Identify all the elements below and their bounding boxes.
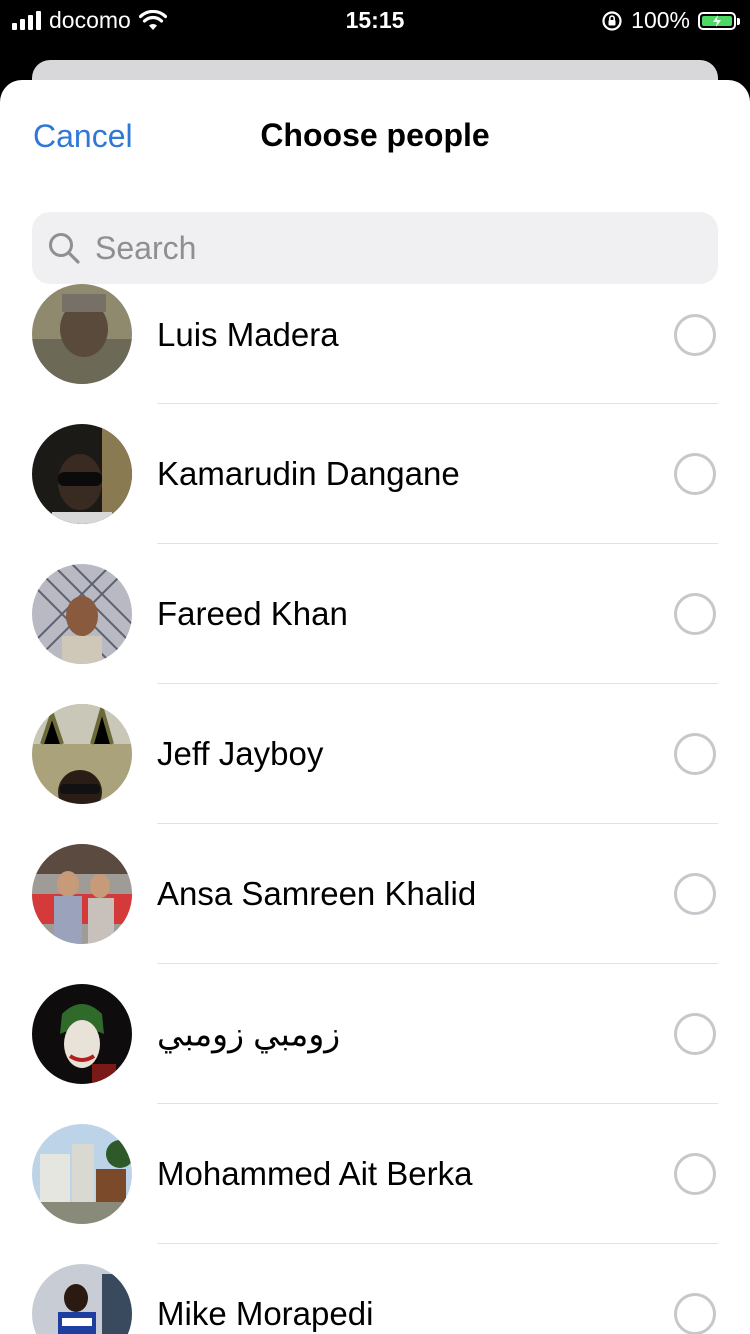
contact-row[interactable]: Ansa Samreen Khalid xyxy=(0,824,750,964)
search-bar[interactable] xyxy=(32,212,718,284)
select-radio[interactable] xyxy=(674,593,716,635)
select-radio[interactable] xyxy=(674,314,716,356)
contact-name: Kamarudin Dangane xyxy=(157,455,460,492)
avatar xyxy=(32,284,132,384)
avatar xyxy=(32,984,132,1084)
avatar xyxy=(32,1124,132,1224)
select-radio[interactable] xyxy=(674,1013,716,1055)
contact-row[interactable]: Fareed Khan xyxy=(0,544,750,684)
contact-row[interactable]: Jeff Jayboy xyxy=(0,684,750,824)
avatar xyxy=(32,564,132,664)
select-radio[interactable] xyxy=(674,1293,716,1334)
contact-name: Mohammed Ait Berka xyxy=(157,1155,473,1192)
search-icon xyxy=(49,233,80,264)
select-radio[interactable] xyxy=(674,873,716,915)
contact-name: Ansa Samreen Khalid xyxy=(157,875,477,912)
avatar xyxy=(32,424,132,524)
battery-percent: 100% xyxy=(631,7,690,33)
contact-row[interactable]: Kamarudin Dangane xyxy=(0,404,750,544)
select-radio[interactable] xyxy=(674,453,716,495)
contact-row[interactable]: Mike Morapedi xyxy=(0,1244,750,1334)
orientation-lock-icon xyxy=(602,10,622,31)
status-bar-right: 100% xyxy=(601,7,740,34)
contact-name: Luis Madera xyxy=(157,316,339,353)
contact-name: زومبي زومبي xyxy=(157,1015,341,1053)
select-radio[interactable] xyxy=(674,1153,716,1195)
sheet-header: Cancel Choose people xyxy=(0,80,750,190)
contact-list: Luis Madera Kamarudin Dangane Fareed Kha… xyxy=(0,284,750,1334)
contact-row[interactable]: Mohammed Ait Berka xyxy=(0,1104,750,1244)
select-radio[interactable] xyxy=(674,733,716,775)
battery-charging-icon xyxy=(698,11,740,30)
contact-name: Jeff Jayboy xyxy=(157,735,324,772)
avatar xyxy=(32,844,132,944)
avatar xyxy=(32,704,132,804)
avatar xyxy=(32,1264,132,1334)
contact-name: Mike Morapedi xyxy=(157,1295,374,1332)
choose-people-sheet: Cancel Choose people Luis Madera xyxy=(0,80,750,1334)
status-bar: docomo 15:15 100% xyxy=(0,0,750,40)
search-input[interactable] xyxy=(93,228,677,268)
contact-name: Fareed Khan xyxy=(157,595,348,632)
page-title: Choose people xyxy=(260,117,490,153)
contact-row[interactable]: زومبي زومبي xyxy=(0,964,750,1104)
contact-row[interactable]: Luis Madera xyxy=(0,284,750,404)
